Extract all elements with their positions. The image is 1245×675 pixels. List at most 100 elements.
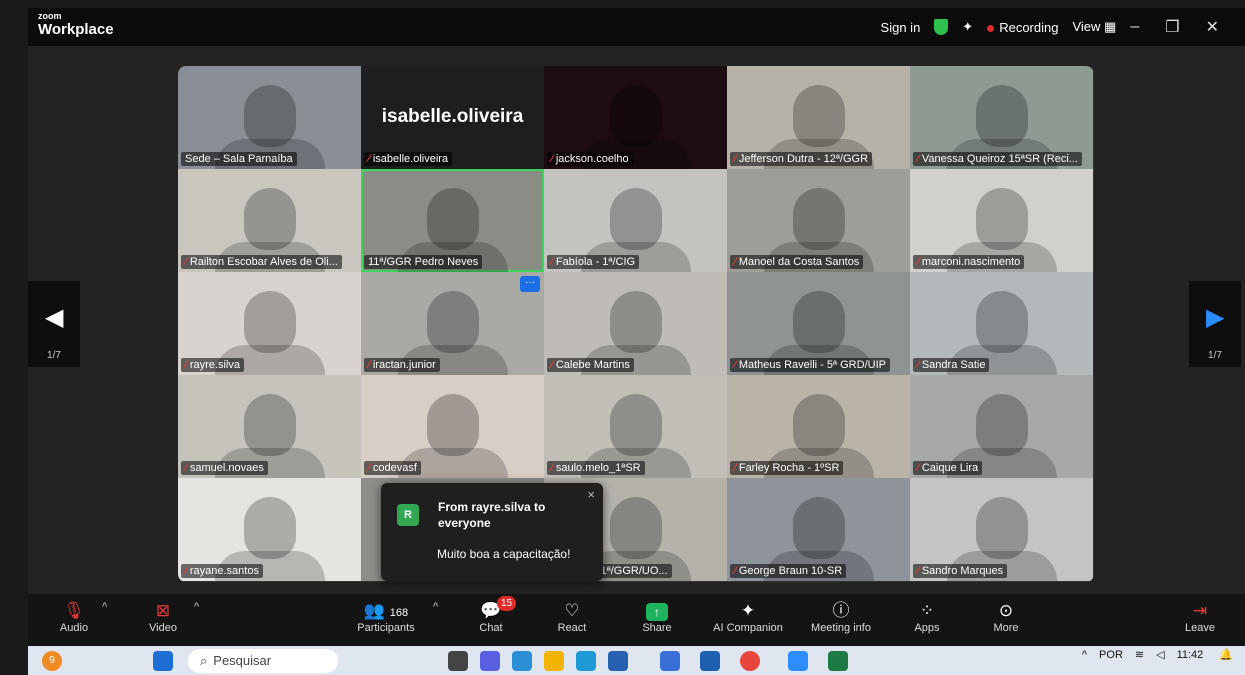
share-button[interactable]: ↑ Share [617,600,697,634]
file-explorer-icon[interactable] [544,651,564,671]
store-icon[interactable] [608,651,628,671]
participant-name-label: Sede – Sala Parnaíba [181,152,297,166]
participant-tile[interactable]: ⁄ Vanessa Queiroz 15ªSR (Reci... [910,66,1093,169]
leave-button[interactable]: ⇥ Leave [1160,600,1240,634]
participant-tile[interactable]: ⁄ Jefferson Dutra - 12ª/GGR [727,66,910,169]
sparkle-icon[interactable]: ✦ [962,19,973,35]
participant-tile[interactable]: ⁄ samuel.novaes [178,375,361,478]
zoom-taskbar-icon[interactable] [788,651,808,671]
video-button[interactable]: ⊠ Video [123,600,203,634]
ai-companion-button[interactable]: ✦ AI Companion [708,600,788,634]
participant-tile[interactable]: ⁄ rayane.santos [178,478,361,581]
participant-tile[interactable]: ⁄ jackson.coelho [544,66,727,169]
participant-tile[interactable]: ⁄ Railton Escobar Alves de Oli... [178,169,361,272]
participant-video-silhouette [792,187,845,250]
participant-tile[interactable]: ⁄ Farley Rocha - 1ºSR [727,375,910,478]
mic-muted-icon: ⁄ [734,153,736,165]
participant-name: Caique Lira [921,462,979,474]
taskbar-search[interactable]: ⌕ Pesquisar [188,649,338,673]
participant-tile[interactable]: ⁄ rayre.silva [178,272,361,375]
task-view-icon[interactable] [448,651,468,671]
participants-button[interactable]: 👥 168 Participants [346,600,426,634]
participant-name-label: ⁄ Railton Escobar Alves de Oli... [181,255,342,269]
tile-more-button[interactable]: ··· [520,276,540,292]
meeting-info-button[interactable]: ⓘ Meeting info [801,600,881,634]
participant-video-silhouette [426,290,479,353]
mic-muted-icon: ⁄ [368,462,370,474]
app-icon-2[interactable] [700,651,720,671]
chrome-icon[interactable] [740,651,760,671]
video-options-caret[interactable]: ^ [194,601,199,613]
participant-tile[interactable]: 11ª/GGR Pedro Neves [361,169,544,272]
close-icon[interactable]: × [587,487,595,502]
participant-video-silhouette [975,187,1028,250]
mic-muted-icon: ⁄ [185,462,187,474]
participant-tile[interactable]: ··· ⁄ iractan.junior [361,272,544,375]
participant-tile[interactable]: ⁄ Manoel da Costa Santos [727,169,910,272]
participant-display-name: isabelle.oliveira [381,106,524,127]
participant-tile[interactable]: ⁄ saulo.melo_1ªSR [544,375,727,478]
apps-icon: ⁘ [919,601,935,620]
audio-options-caret[interactable]: ^ [102,601,107,613]
participant-name-label: ⁄ samuel.novaes [181,461,268,475]
participant-video-silhouette [609,393,662,456]
prev-page-button[interactable]: ◀ 1/7 [28,281,80,367]
participant-name: Sandro Marques [921,565,1004,577]
wifi-icon[interactable]: ≋ [1135,648,1144,661]
volume-icon[interactable]: ◁ [1156,648,1164,661]
participant-name: Matheus Ravelli - 5ª GRD/UIP [738,359,886,371]
app-icon[interactable] [660,651,680,671]
copilot-icon[interactable] [512,651,532,671]
minimize-icon[interactable]: – [1130,18,1139,36]
mic-muted-icon: ⁄ [734,256,736,268]
participant-tile[interactable]: ⁄ Fabíola - 1ª/CIG [544,169,727,272]
participant-video-silhouette [243,496,296,559]
windows-start-icon[interactable] [153,651,173,671]
lang-indicator[interactable]: POR [1099,649,1123,661]
participant-video-silhouette [243,84,296,147]
mic-muted-icon: ⁄ [185,256,187,268]
page-indicator-right: 1/7 [1208,350,1222,361]
participants-count: 168 [389,607,409,619]
sign-in-link[interactable]: Sign in [881,20,921,35]
participant-video-silhouette [426,393,479,456]
zoom-logo: zoom Workplace [38,12,114,38]
view-button[interactable]: View ▦ [1072,19,1116,35]
chevron-up-icon[interactable]: ^ [1082,649,1087,661]
participant-tile[interactable]: isabelle.oliveira ⁄ isabelle.oliveira [361,66,544,169]
react-button[interactable]: ♡ React [532,600,612,634]
bell-icon[interactable]: 🔔 [1219,648,1233,661]
restore-icon[interactable]: ❐ [1165,17,1179,37]
participants-caret[interactable]: ^ [433,601,438,613]
more-button[interactable]: ⊙ More [966,600,1046,634]
clock[interactable]: 11:42 [1177,649,1204,661]
security-shield-icon[interactable] [934,19,949,35]
chat-notification[interactable]: R From rayre.silva to everyone Muito boa… [381,483,603,581]
excel-icon[interactable] [828,651,848,671]
participant-tile[interactable]: ⁄ George Braun 10-SR [727,478,910,581]
notification-badge[interactable]: 9 [42,651,62,671]
close-icon[interactable]: ✕ [1206,17,1219,37]
edge-icon[interactable] [576,651,596,671]
participant-video-silhouette [609,290,662,353]
participant-video-silhouette [975,290,1028,353]
teams-icon[interactable] [480,651,500,671]
participant-tile[interactable]: ⁄ marconi.nascimento [910,169,1093,272]
participant-name-label: ⁄ George Braun 10-SR [730,564,847,578]
recording-indicator[interactable]: Recording [987,20,1058,35]
mic-muted-icon: ⁄ [917,359,919,371]
participant-name-label: 11ª/GGR Pedro Neves [364,255,483,269]
participant-tile[interactable]: ⁄ Calebe Martins [544,272,727,375]
participant-tile[interactable]: ⁄ Sandro Marques [910,478,1093,581]
participant-tile[interactable]: ⁄ Matheus Ravelli - 5ª GRD/UIP [727,272,910,375]
chat-button[interactable]: 💬 15 Chat [451,596,531,634]
apps-button[interactable]: ⁘ Apps [887,600,967,634]
participant-name: Vanessa Queiroz 15ªSR (Reci... [921,153,1078,165]
participant-tile[interactable]: ⁄ Caique Lira [910,375,1093,478]
participant-name: 11ª/GGR Pedro Neves [368,256,479,268]
next-page-button[interactable]: ▶ 1/7 [1189,281,1241,367]
participant-tile[interactable]: ⁄ codevasf [361,375,544,478]
participant-video-silhouette [975,84,1028,147]
participant-tile[interactable]: ⁄ Sandra Satie [910,272,1093,375]
participant-tile[interactable]: Sede – Sala Parnaíba [178,66,361,169]
